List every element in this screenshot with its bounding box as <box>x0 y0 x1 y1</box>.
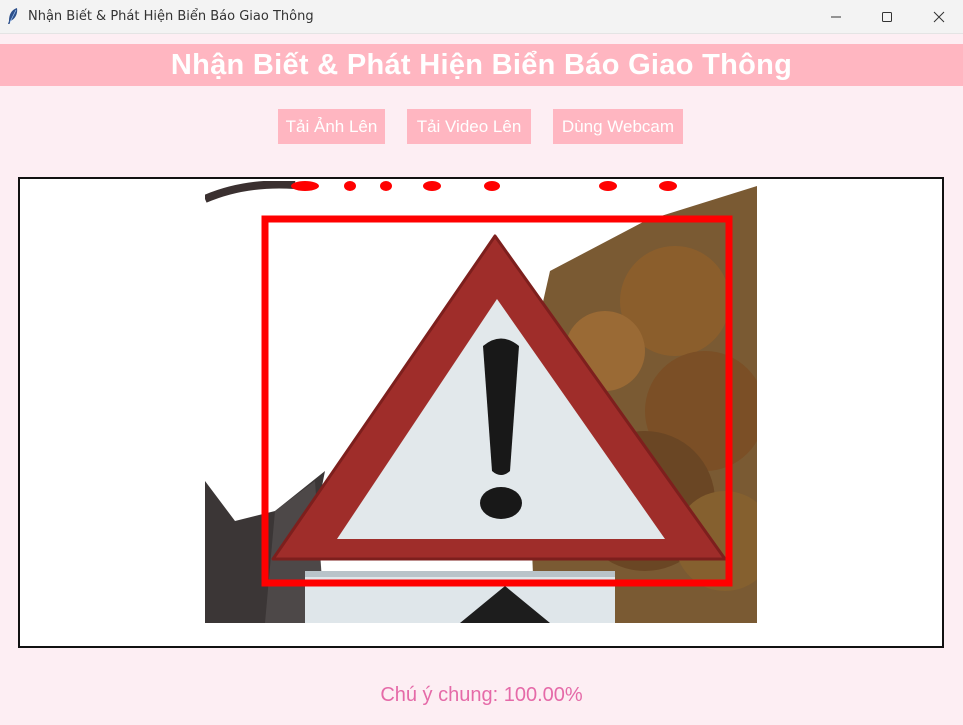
maximize-button[interactable] <box>864 0 910 33</box>
close-icon <box>933 11 945 22</box>
window-title: Nhận Biết & Phát Hiện Biển Báo Giao Thôn… <box>28 9 314 24</box>
page-title: Nhận Biết & Phát Hiện Biển Báo Giao Thôn… <box>170 48 793 81</box>
detection-result-label: Chú ý chung: 100.00% <box>380 684 583 706</box>
detected-image <box>205 181 757 623</box>
app-header: Nhận Biết & Phát Hiện Biển Báo Giao Thôn… <box>0 44 963 86</box>
upload-video-button[interactable]: Tải Video Lên <box>407 109 531 144</box>
window-titlebar: Nhận Biết & Phát Hiện Biển Báo Giao Thôn… <box>0 0 963 34</box>
webcam-button[interactable]: Dùng Webcam <box>553 109 683 144</box>
image-display <box>18 177 944 648</box>
minimize-button[interactable] <box>813 0 859 33</box>
close-button[interactable] <box>916 0 962 33</box>
upload-image-button[interactable]: Tải Ảnh Lên <box>278 109 385 144</box>
minimize-icon <box>831 16 841 17</box>
maximize-icon <box>882 11 892 22</box>
feather-icon <box>8 8 18 24</box>
